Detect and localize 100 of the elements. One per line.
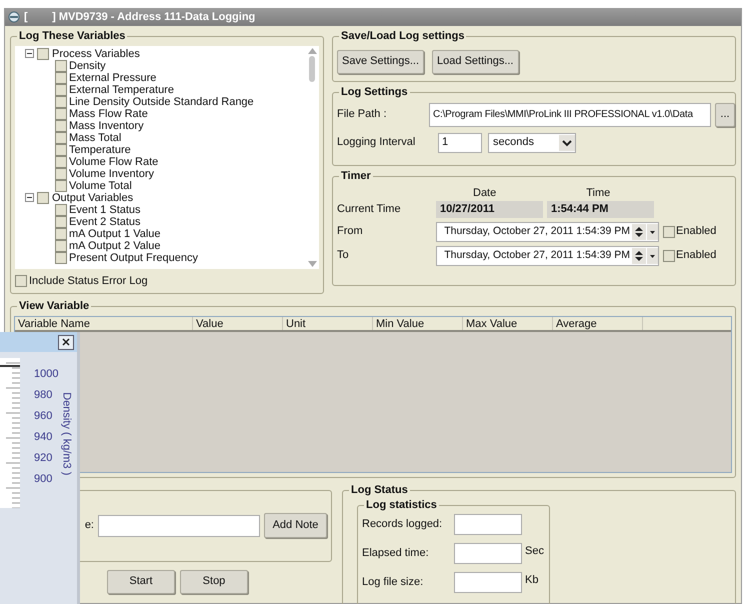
note-field[interactable] <box>98 514 260 536</box>
scrollbar[interactable] <box>305 46 319 269</box>
tree-item[interactable]: Volume Total <box>69 180 132 192</box>
checkbox[interactable] <box>55 84 67 96</box>
tree-item[interactable]: Event 1 Status <box>69 204 141 216</box>
spinner-icon <box>632 248 646 264</box>
scroll-thumb[interactable] <box>309 56 315 82</box>
tree-item[interactable]: mA Output 2 Value <box>69 240 161 252</box>
window-title: [ ] MVD9739 - Address 111-Data Logging <box>24 10 256 25</box>
spinner-icon <box>632 224 646 240</box>
checkbox-label: Enabled <box>676 248 716 264</box>
group-title: Save/Load Log settings <box>339 28 466 42</box>
tree-item[interactable]: Mass Inventory <box>69 120 144 132</box>
note-label: e: <box>84 518 94 534</box>
tree-item[interactable]: External Temperature <box>69 84 174 96</box>
checkbox[interactable] <box>55 240 67 252</box>
axis-label: 920 <box>34 452 54 464</box>
tree-item[interactable]: Present Output Frequency <box>69 252 198 264</box>
axis-title: Density ( kg/m3 ) <box>60 392 74 478</box>
checkbox[interactable] <box>55 228 67 240</box>
control-button[interactable]: Stop <box>180 570 248 594</box>
checkbox[interactable] <box>55 132 67 144</box>
group-title: Timer <box>339 168 373 182</box>
close-icon <box>62 338 70 346</box>
group-title: Log These Variables <box>17 28 128 42</box>
group-title: Log Status <box>349 482 410 496</box>
tree-item[interactable]: Event 2 Status <box>69 216 141 228</box>
axis-label: 960 <box>34 410 54 422</box>
checkbox[interactable] <box>55 72 67 84</box>
settings-button[interactable]: Load Settings... <box>432 50 518 74</box>
collapse-icon[interactable] <box>25 193 34 202</box>
tree-item[interactable]: Mass Flow Rate <box>69 108 148 120</box>
tree-item[interactable]: Output Variables <box>52 192 134 204</box>
checkbox[interactable] <box>37 48 49 60</box>
checkbox[interactable] <box>55 108 67 120</box>
group-title: View Variable <box>17 298 92 312</box>
column-header[interactable]: Average <box>553 316 643 330</box>
group-title: Log Settings <box>339 84 410 98</box>
unit-dropdown[interactable]: seconds <box>488 132 576 152</box>
checkbox[interactable] <box>37 192 49 204</box>
tree-item[interactable]: Volume Flow Rate <box>69 156 158 168</box>
tree-item[interactable]: Density <box>69 60 106 72</box>
date-time-picker[interactable]: Thursday, October 27, 2011 1:54:39 PM <box>436 222 659 242</box>
unit-label: Sec <box>525 544 544 558</box>
close-button[interactable] <box>58 334 74 350</box>
column-header: Time <box>586 186 610 196</box>
field-label: Elapsed time: <box>362 546 430 561</box>
unit-label: Kb <box>525 572 538 588</box>
field-label: Logging Interval <box>337 135 416 150</box>
checkbox[interactable] <box>55 252 67 264</box>
axis-label: 1000 <box>34 368 58 380</box>
stat-field <box>454 542 522 564</box>
checkbox[interactable] <box>55 120 67 132</box>
interval-field[interactable]: 1 <box>438 132 482 152</box>
checkbox[interactable] <box>55 216 67 228</box>
tree-item[interactable]: Mass Total <box>69 132 122 144</box>
checkbox[interactable] <box>55 168 67 180</box>
tree-item[interactable]: Volume Inventory <box>69 168 154 180</box>
column-header[interactable]: Variable Name <box>15 316 193 330</box>
field-label: Log file size: <box>362 574 424 590</box>
checkbox[interactable] <box>55 180 67 192</box>
control-button[interactable]: Start <box>107 570 175 594</box>
current-date: 10/27/2011 <box>436 200 543 218</box>
tree-item[interactable]: mA Output 1 Value <box>69 228 161 240</box>
field-label: Current Time <box>337 202 402 217</box>
current-time: 1:54:44 PM <box>547 200 654 218</box>
collapse-icon[interactable] <box>25 49 34 58</box>
column-header[interactable]: Min Value <box>373 316 463 330</box>
checkbox-label: Include Status Error Log <box>29 274 148 289</box>
browse-button[interactable]: ... <box>715 102 735 126</box>
add-note-button[interactable]: Add Note <box>264 513 327 538</box>
checkbox[interactable] <box>55 60 67 72</box>
column-header: Date <box>473 186 496 196</box>
checkbox[interactable] <box>55 144 67 156</box>
scroll-up-icon[interactable] <box>308 48 316 54</box>
stat-field <box>454 514 522 534</box>
tree-item[interactable]: Process Variables <box>52 48 140 60</box>
checkbox[interactable] <box>55 156 67 168</box>
stat-field <box>454 572 522 592</box>
date-time-picker[interactable]: Thursday, October 27, 2011 1:54:39 PM <box>436 246 659 266</box>
checkbox[interactable] <box>663 226 675 238</box>
checkbox[interactable] <box>663 250 675 262</box>
group-title: Log statistics <box>364 498 439 512</box>
axis-label: 980 <box>34 389 54 401</box>
column-header[interactable]: Max Value <box>463 316 553 330</box>
tree-item[interactable]: Line Density Outside Standard Range <box>69 96 254 108</box>
checkbox-label: Enabled <box>676 224 716 240</box>
tree-item[interactable]: Temperature <box>69 144 131 156</box>
scroll-down-icon[interactable] <box>308 261 316 267</box>
field-label: From <box>337 224 364 240</box>
checkbox[interactable] <box>55 96 67 108</box>
file-path-field[interactable]: C:\Program Files\MMI\ProLink III PROFESSIONAL v1.0\Data <box>429 102 711 126</box>
settings-button[interactable]: Save Settings... <box>337 50 424 74</box>
field-label: To <box>337 248 350 264</box>
field-label: Records logged: <box>362 516 444 532</box>
checkbox[interactable] <box>15 275 27 288</box>
column-header[interactable]: Value <box>193 316 283 330</box>
column-header[interactable]: Unit <box>283 316 373 330</box>
tree-item[interactable]: External Pressure <box>69 72 156 84</box>
checkbox[interactable] <box>55 204 67 216</box>
